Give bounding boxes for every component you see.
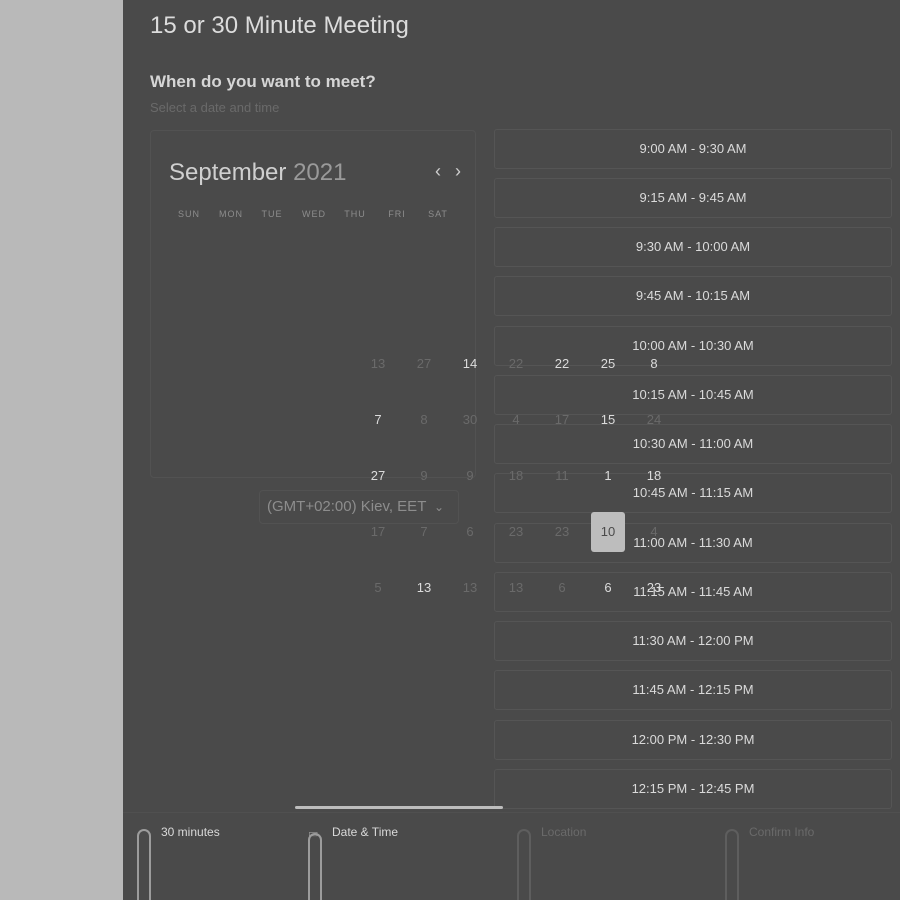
weekday-mon: MON xyxy=(219,209,243,219)
calendar-day[interactable]: 30 xyxy=(453,400,487,440)
calendar-day[interactable]: 13 xyxy=(407,568,441,608)
time-slot[interactable]: 9:15 AM - 9:45 AM xyxy=(494,178,892,218)
step-label: Date & Time xyxy=(332,825,399,839)
step-location[interactable]: Location xyxy=(517,813,717,900)
next-month-icon[interactable]: › xyxy=(451,161,465,181)
weekday-wed: WED xyxy=(302,209,326,219)
calendar-day[interactable]: 18 xyxy=(637,456,671,496)
calendar-day[interactable]: 23 xyxy=(637,568,671,608)
calendar-day[interactable]: 4 xyxy=(499,400,533,440)
weekday-sat: SAT xyxy=(428,209,448,219)
weekday-thu: THU xyxy=(344,209,366,219)
step-progress-bar xyxy=(137,829,151,900)
time-slot[interactable]: 11:45 AM - 12:15 PM xyxy=(494,670,892,710)
calendar-day[interactable]: 22 xyxy=(499,344,533,384)
calendar-day[interactable]: 13 xyxy=(499,568,533,608)
scheduler-panel: 15 or 30 Minute Meeting When do you want… xyxy=(123,0,900,900)
time-slot[interactable]: 9:30 AM - 10:00 AM xyxy=(494,227,892,267)
calendar-day[interactable]: 5 xyxy=(361,568,395,608)
calendar-day[interactable]: 8 xyxy=(407,400,441,440)
calendar-icon: ▭ xyxy=(308,828,319,840)
weekday-sun: SUN xyxy=(177,209,200,219)
calendar-day-selected[interactable]: 10 xyxy=(591,512,625,552)
time-slot[interactable]: 12:15 PM - 12:45 PM xyxy=(494,769,892,809)
calendar-day[interactable]: 13 xyxy=(453,568,487,608)
month-name: September xyxy=(169,159,287,186)
page-title: 15 or 30 Minute Meeting xyxy=(150,12,409,39)
prev-month-icon[interactable]: ‹ xyxy=(431,161,445,181)
calendar-day[interactable]: 22 xyxy=(545,344,579,384)
calendar-day[interactable]: 9 xyxy=(453,456,487,496)
calendar-day[interactable]: 11 xyxy=(545,456,579,496)
calendar-day[interactable]: 23 xyxy=(499,512,533,552)
calendar-day[interactable]: 24 xyxy=(637,400,671,440)
step-progress-bar xyxy=(308,833,322,900)
time-slot[interactable]: 12:00 PM - 12:30 PM xyxy=(494,720,892,760)
calendar-day[interactable]: 1 xyxy=(591,456,625,496)
calendar-day[interactable]: 6 xyxy=(545,568,579,608)
time-slot[interactable]: 9:00 AM - 9:30 AM xyxy=(494,129,892,169)
calendar-day[interactable]: 8 xyxy=(637,344,671,384)
calendar-day[interactable]: 17 xyxy=(361,512,395,552)
step-label: 30 minutes xyxy=(161,825,220,839)
calendar-day[interactable]: 7 xyxy=(361,400,395,440)
time-slot[interactable]: 9:45 AM - 10:15 AM xyxy=(494,276,892,316)
calendar-day[interactable]: 27 xyxy=(407,344,441,384)
calendar-month-label: September 2021 xyxy=(169,159,346,187)
step-confirm[interactable]: Confirm Info xyxy=(725,813,895,900)
calendar-day[interactable]: 13 xyxy=(361,344,395,384)
step-date-time[interactable]: ▭ Date & Time xyxy=(308,813,508,900)
question-heading: When do you want to meet? xyxy=(150,72,376,91)
weekday-fri: FRI xyxy=(388,209,406,219)
calendar-day[interactable]: 6 xyxy=(453,512,487,552)
calendar-day[interactable]: 4 xyxy=(637,512,671,552)
step-label: Confirm Info xyxy=(749,825,815,839)
calendar-day[interactable]: 25 xyxy=(591,344,625,384)
calendar-day[interactable]: 27 xyxy=(361,456,395,496)
step-footer: 30 minutes ▭ Date & Time Location Confir… xyxy=(123,812,900,900)
calendar-day[interactable]: 18 xyxy=(499,456,533,496)
calendar-day[interactable]: 6 xyxy=(591,568,625,608)
step-duration[interactable]: 30 minutes xyxy=(137,813,297,900)
year: 2021 xyxy=(293,159,347,186)
time-slot[interactable]: 11:30 AM - 12:00 PM xyxy=(494,621,892,661)
calendar-day[interactable]: 15 xyxy=(591,400,625,440)
calendar-day[interactable]: 7 xyxy=(407,512,441,552)
calendar-day[interactable]: 17 xyxy=(545,400,579,440)
scroll-indicator[interactable] xyxy=(295,806,503,809)
step-progress-bar xyxy=(725,829,739,900)
backdrop-strip xyxy=(0,0,123,900)
question-subtitle: Select a date and time xyxy=(150,100,280,115)
calendar-day-grid: 13 27 14 22 22 25 8 7 8 30 4 17 15 24 27… xyxy=(361,340,683,620)
step-label: Location xyxy=(541,825,587,839)
weekday-tue: TUE xyxy=(261,209,283,219)
calendar-day[interactable]: 23 xyxy=(545,512,579,552)
calendar-day[interactable]: 9 xyxy=(407,456,441,496)
weekday-header: SUN MON TUE WED THU FRI SAT xyxy=(169,209,459,223)
step-progress-bar xyxy=(517,829,531,900)
calendar-day[interactable]: 14 xyxy=(453,344,487,384)
